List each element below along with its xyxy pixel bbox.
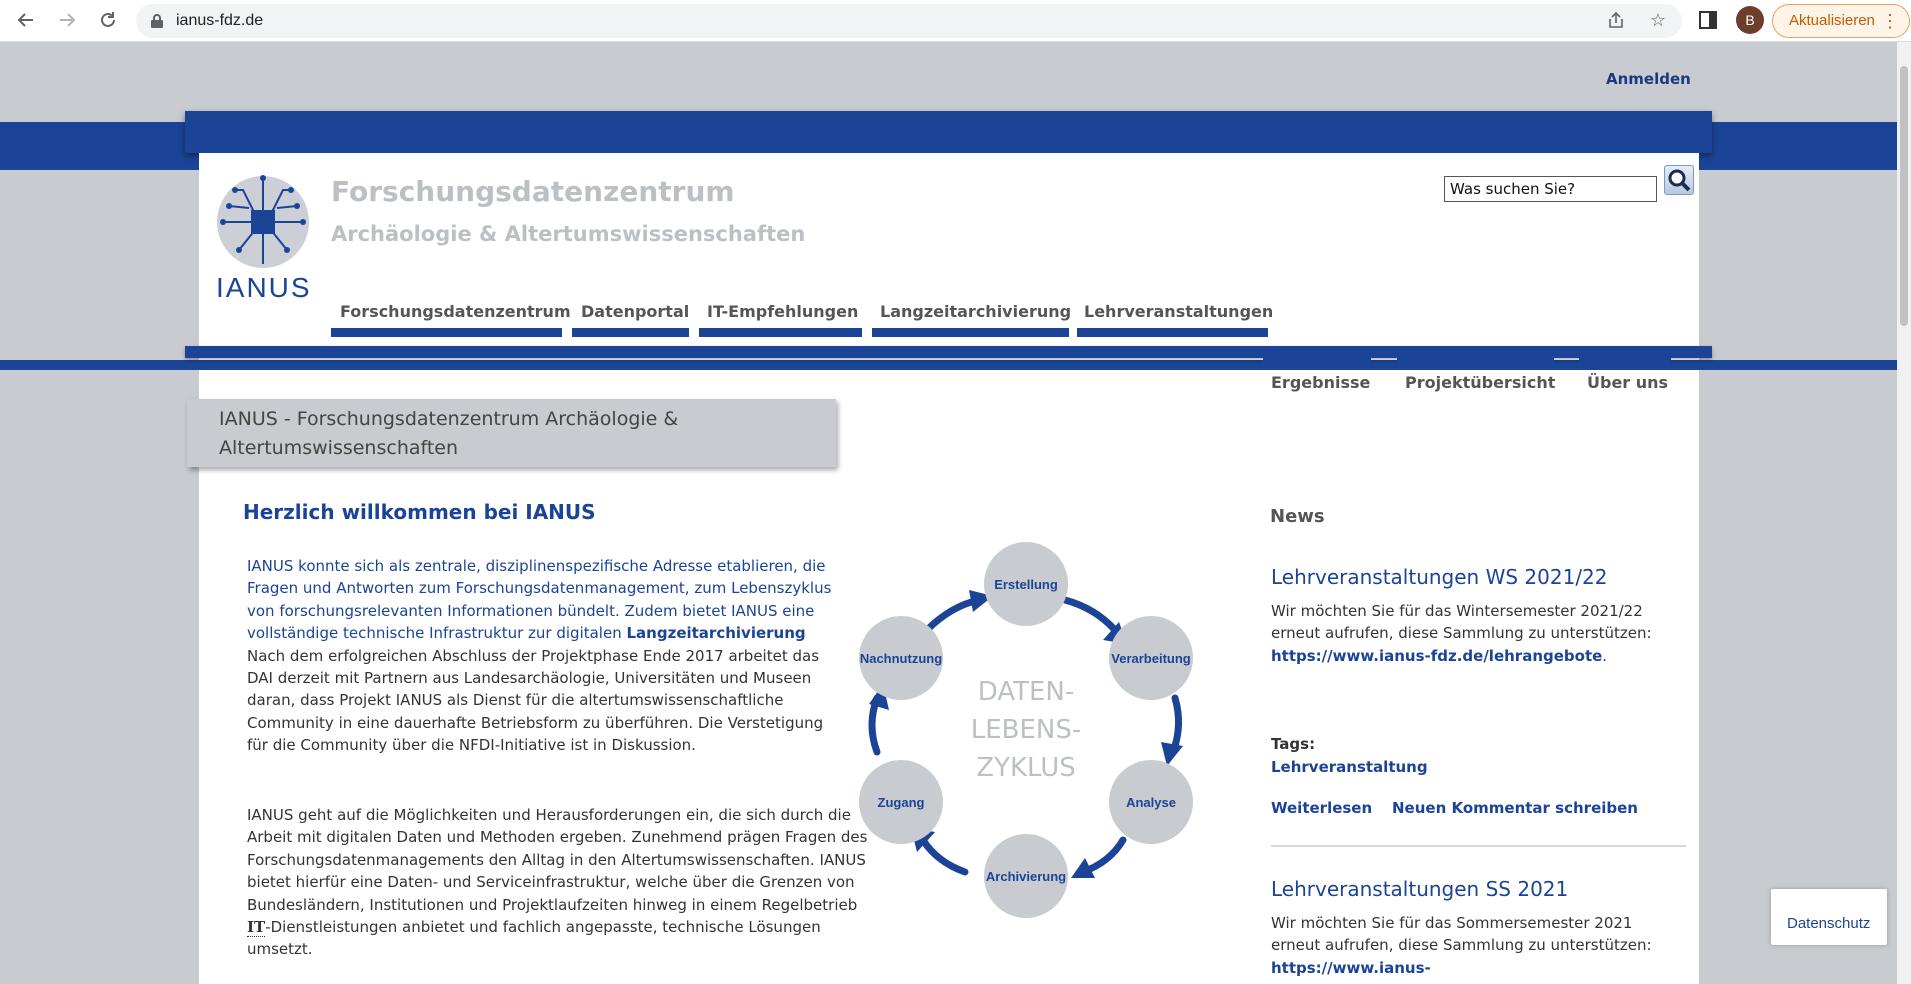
- search-icon: [1668, 169, 1691, 192]
- news-item-period: .: [1602, 646, 1608, 665]
- nav-datenportal[interactable]: Datenportal: [581, 302, 689, 321]
- news-item-body: Wir möchten Sie für das Sommersemester 2…: [1271, 914, 1652, 955]
- news-item-link[interactable]: https://www.ianus-fdz.de/lehrangebote: [1271, 647, 1602, 665]
- langzeitarchivierung-link[interactable]: Langzeitarchivierung: [627, 624, 806, 642]
- lifecycle-arrow: [919, 836, 969, 876]
- privacy-label: Datenschutz: [1787, 915, 1871, 932]
- menu-dots-icon[interactable]: ⋮: [1881, 5, 1899, 37]
- privacy-button[interactable]: Datenschutz: [1771, 889, 1887, 945]
- browser-toolbar: ianus-fdz.de ☆ B Aktualisieren ⋮: [0, 0, 1911, 42]
- url-text: ianus-fdz.de: [176, 12, 264, 29]
- nav-indicator: [331, 328, 562, 337]
- news-item-body: Wir möchten Sie für das Wintersemester 2…: [1271, 602, 1652, 643]
- side-panel-icon[interactable]: [1696, 8, 1720, 32]
- nav-indicator: [699, 328, 862, 337]
- nav-langzeitarchivierung[interactable]: Langzeitarchivierung: [880, 302, 1071, 321]
- page-title: IANUS - Forschungsdatenzentrum Archäolog…: [219, 408, 679, 459]
- page-title-box: IANUS - Forschungsdatenzentrum Archäolog…: [187, 399, 836, 467]
- address-bar[interactable]: ianus-fdz.de ☆: [136, 4, 1682, 38]
- news-item-title[interactable]: Lehrveranstaltungen SS 2021: [1271, 877, 1568, 901]
- nav-it-empfehlungen[interactable]: IT-Empfehlungen: [707, 302, 858, 321]
- stage-label: Archivierung: [986, 869, 1066, 884]
- center-label: DATEN-: [978, 677, 1074, 707]
- stage-label: Analyse: [1126, 795, 1176, 810]
- profile-avatar[interactable]: B: [1736, 6, 1764, 34]
- center-label: LEBENS-: [971, 715, 1082, 745]
- search-button[interactable]: [1664, 165, 1694, 195]
- nav-band-inner: [185, 346, 1712, 358]
- site-subtitle: Archäologie & Altertumswissenschaften: [331, 222, 806, 246]
- tags-label: Tags:: [1271, 735, 1316, 753]
- share-icon[interactable]: [1606, 11, 1626, 31]
- para2-text: IANUS geht auf die Möglichkeiten und Her…: [247, 806, 868, 914]
- subnav-indicator: [1579, 358, 1671, 366]
- stage-label: Erstellung: [994, 577, 1058, 592]
- news-item-text: Wir möchten Sie für das Wintersemester 2…: [1271, 600, 1661, 667]
- page-scrollbar[interactable]: [1897, 42, 1911, 984]
- subnav-indicator: [1397, 358, 1554, 366]
- lock-icon: [151, 14, 163, 28]
- intro-paragraph: IANUS konnte sich als zentrale, diszipli…: [247, 555, 847, 757]
- logo-text: IANUS: [216, 272, 312, 303]
- lifecycle-arrow: [1061, 596, 1119, 634]
- search-input[interactable]: [1444, 176, 1657, 202]
- second-paragraph: IANUS geht auf die Möglichkeiten und Her…: [247, 804, 877, 961]
- nav-lehrveranstaltungen[interactable]: Lehrveranstaltungen: [1084, 302, 1273, 321]
- bookmark-star-icon[interactable]: ☆: [1648, 11, 1668, 31]
- update-button[interactable]: Aktualisieren ⋮: [1772, 4, 1910, 38]
- subnav-ueber-uns[interactable]: Über uns: [1587, 373, 1668, 392]
- news-divider: [1271, 845, 1686, 847]
- nav-indicator: [572, 328, 689, 337]
- new-comment-link[interactable]: Neuen Kommentar schreiben: [1392, 799, 1638, 817]
- intro-rest: Nach dem erfolgreichen Abschluss der Pro…: [247, 646, 824, 755]
- reload-icon[interactable]: [94, 6, 122, 34]
- subnav-projektuebersicht[interactable]: Projektübersicht: [1405, 373, 1555, 392]
- update-label: Aktualisieren: [1789, 12, 1875, 29]
- stage-label: Zugang: [878, 795, 925, 810]
- it-abbreviation[interactable]: IT: [247, 918, 266, 938]
- center-label: ZYKLUS: [976, 753, 1075, 783]
- subnav-indicator: [1263, 358, 1371, 366]
- site-title: Forschungsdatenzentrum: [331, 175, 735, 208]
- nav-indicator: [872, 328, 1069, 337]
- stage-label: Verarbeitung: [1111, 651, 1191, 666]
- header-band-inner: [185, 111, 1712, 153]
- scrollbar-thumb[interactable]: [1900, 66, 1908, 326]
- lifecycle-arrow: [923, 596, 983, 634]
- tag-link[interactable]: Lehrveranstaltung: [1271, 758, 1428, 776]
- data-lifecycle-diagram: Erstellung Verarbeitung Analyse Archivie…: [859, 542, 1193, 918]
- login-link[interactable]: Anmelden: [1606, 70, 1691, 88]
- back-icon[interactable]: [12, 6, 40, 34]
- news-item-title[interactable]: Lehrveranstaltungen WS 2021/22: [1271, 565, 1608, 589]
- lifecycle-arrow: [1169, 694, 1182, 756]
- news-item-text: Wir möchten Sie für das Sommersemester 2…: [1271, 912, 1661, 979]
- para2-text-end: -Dienstleistungen anbietet und fachlich …: [247, 918, 821, 959]
- nav-forschungsdatenzentrum[interactable]: Forschungsdatenzentrum: [340, 302, 571, 321]
- stage-label: Nachnutzung: [860, 651, 942, 666]
- news-heading: News: [1270, 506, 1325, 527]
- nav-indicator: [1077, 328, 1268, 337]
- news-item-link[interactable]: https://www.ianus-: [1271, 959, 1431, 977]
- forward-icon[interactable]: [53, 6, 81, 34]
- read-more-link[interactable]: Weiterlesen: [1271, 799, 1372, 817]
- subnav-ergebnisse[interactable]: Ergebnisse: [1271, 373, 1370, 392]
- welcome-heading: Herzlich willkommen bei IANUS: [243, 500, 596, 524]
